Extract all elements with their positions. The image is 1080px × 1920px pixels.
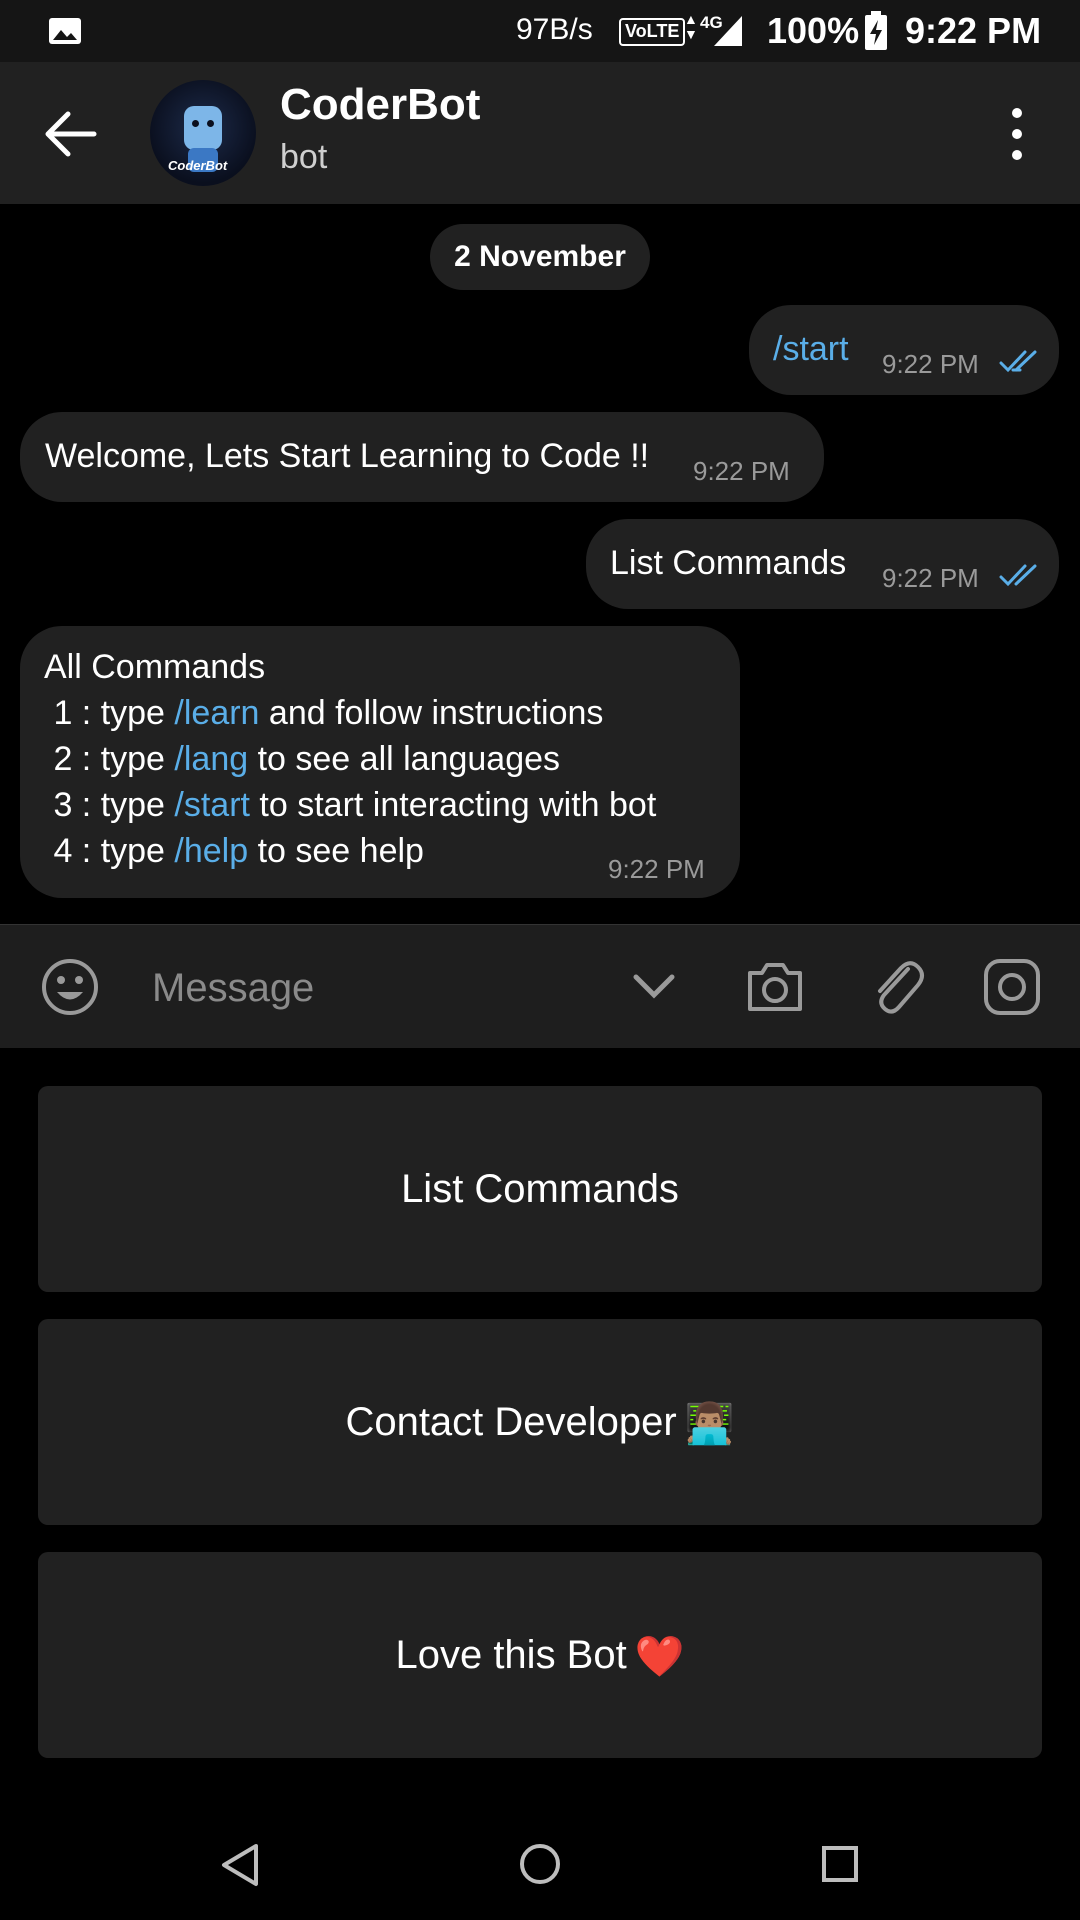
- battery-percent: 100%: [767, 10, 860, 51]
- paperclip-icon[interactable]: [866, 955, 926, 1019]
- incoming-message[interactable]: All Commands 1 : type /learn and follow …: [20, 626, 740, 898]
- date-separator: 2 November: [430, 224, 650, 290]
- arrow-left-icon[interactable]: [36, 106, 106, 162]
- signal-icon: [714, 16, 742, 46]
- camera-icon[interactable]: [744, 957, 806, 1017]
- network-speed: 97B/s: [516, 13, 593, 46]
- emoji-icon[interactable]: [40, 957, 100, 1017]
- message-input[interactable]: [150, 955, 594, 1021]
- message-time: 9:22 PM: [693, 456, 790, 486]
- more-vertical-icon[interactable]: [1000, 106, 1034, 162]
- keyboard-button-love-bot[interactable]: Love this Bot ❤️: [38, 1552, 1042, 1758]
- heart-emoji-icon: ❤️: [634, 1635, 685, 1680]
- message-composer: [0, 924, 1080, 1049]
- avatar[interactable]: CoderBot: [150, 80, 256, 186]
- chevron-down-icon[interactable]: [632, 969, 676, 1003]
- keyboard-button-list-commands[interactable]: List Commands: [38, 1086, 1042, 1292]
- command-link[interactable]: /lang: [174, 740, 248, 778]
- message-line: 2 : type /lang to see all languages: [44, 740, 561, 778]
- robot-icon: [184, 106, 222, 150]
- double-check-icon: [999, 564, 1037, 587]
- volte-badge: VoLTE: [619, 18, 686, 46]
- command-link[interactable]: /start: [174, 786, 250, 824]
- technologist-emoji-icon: 👨🏽‍💻: [684, 1402, 735, 1447]
- message-text: Welcome, Lets Start Learning to Code !!: [45, 437, 650, 475]
- message-line: All Commands: [44, 648, 266, 686]
- nav-recents-icon[interactable]: [820, 1844, 860, 1884]
- system-nav-bar: [0, 1808, 1080, 1920]
- nav-back-icon[interactable]: [218, 1842, 262, 1888]
- keyboard-button-contact-developer[interactable]: Contact Developer 👨🏽‍💻: [38, 1319, 1042, 1525]
- chat-title[interactable]: CoderBot: [280, 80, 480, 130]
- outgoing-message[interactable]: /start 9:22 PM: [749, 305, 1059, 395]
- message-text[interactable]: /start: [773, 330, 849, 369]
- battery-charging-icon: [865, 11, 887, 50]
- data-activity-icon: ▲ ▼: [684, 11, 698, 42]
- avatar-label: CoderBot: [168, 158, 228, 173]
- instagram-icon[interactable]: [982, 957, 1042, 1017]
- message-line: 4 : type /help to see help: [44, 832, 424, 870]
- double-check-icon: [999, 350, 1037, 373]
- status-bar: 97B/s VoLTE ▲ ▼ 4G 100% 9:22 PM: [0, 0, 1080, 62]
- message-text: List Commands: [610, 544, 847, 582]
- message-time: 9:22 PM: [882, 349, 979, 379]
- message-text: All Commands 1 : type /learn and follow …: [44, 644, 656, 874]
- bot-keyboard: List Commands Contact Developer 👨🏽‍💻 Love…: [0, 1048, 1080, 1808]
- command-link[interactable]: /learn: [174, 694, 259, 732]
- message-time: 9:22 PM: [882, 563, 979, 593]
- chat-header: CoderBot CoderBot bot: [0, 62, 1080, 204]
- command-link[interactable]: /help: [174, 832, 248, 870]
- gallery-icon: [49, 18, 81, 44]
- incoming-message[interactable]: Welcome, Lets Start Learning to Code !! …: [20, 412, 824, 502]
- message-line: 3 : type /start to start interacting wit…: [44, 786, 657, 824]
- message-time: 9:22 PM: [608, 854, 705, 884]
- outgoing-message[interactable]: List Commands 9:22 PM: [586, 519, 1059, 609]
- status-time: 9:22 PM: [905, 10, 1042, 51]
- nav-home-icon[interactable]: [518, 1842, 562, 1886]
- message-line: 1 : type /learn and follow instructions: [44, 694, 604, 732]
- chat-subtitle: bot: [280, 138, 328, 176]
